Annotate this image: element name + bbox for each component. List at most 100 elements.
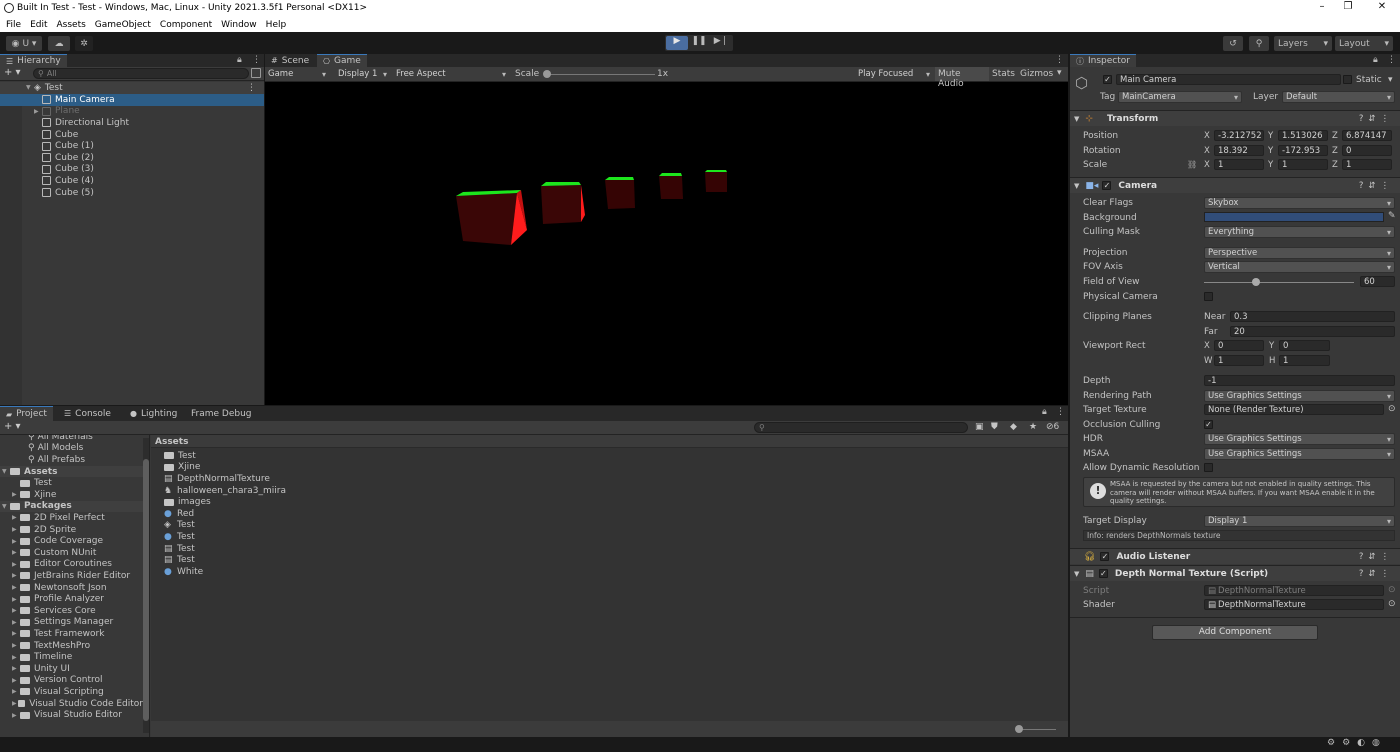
target-texture-field[interactable]: None (Render Texture) <box>1204 404 1384 415</box>
favorite-search-item[interactable]: ⚲ All Prefabs <box>0 454 143 466</box>
axis-x-label[interactable]: X <box>1204 160 1210 170</box>
lock-icon[interactable]: 🔒︎ <box>1042 407 1047 417</box>
scale-z-field[interactable]: 1 <box>1342 159 1392 170</box>
expand-icon[interactable]: ▶ <box>12 538 20 545</box>
object-name-field[interactable]: Main Camera <box>1116 74 1341 85</box>
menu-assets[interactable]: Assets <box>57 20 86 30</box>
tree-scrollbar-thumb[interactable] <box>143 459 149 721</box>
asset-item[interactable]: ● White <box>164 566 464 578</box>
asset-item[interactable]: ▤ Test <box>164 543 464 555</box>
static-checkbox[interactable] <box>1343 75 1352 84</box>
tab-console[interactable]: ☰ Console <box>58 406 117 421</box>
fov-field[interactable]: 60 <box>1360 276 1395 287</box>
far-field[interactable]: 20 <box>1230 326 1395 337</box>
hidden-packages-toggle[interactable]: ⊘6 <box>1046 422 1059 432</box>
axis-y-label[interactable]: Y <box>1268 131 1273 141</box>
physical-camera-checkbox[interactable] <box>1204 292 1213 301</box>
occlusion-culling-checkbox[interactable]: ✓ <box>1204 420 1213 429</box>
depth-field[interactable]: -1 <box>1204 375 1395 386</box>
stats-toggle[interactable]: Stats <box>992 69 1015 79</box>
gizmos-toggle[interactable]: Gizmos <box>1020 69 1053 79</box>
scale-y-field[interactable]: 1 <box>1278 159 1328 170</box>
menu-window[interactable]: Window <box>221 20 257 30</box>
projection-dropdown[interactable]: Perspective <box>1204 247 1395 259</box>
fov-slider-handle[interactable] <box>1252 278 1260 286</box>
package-folder-item[interactable]: ▶ Timeline <box>0 651 143 663</box>
asset-item[interactable]: ● Red <box>164 508 464 520</box>
hierarchy-item[interactable]: Cube <box>0 129 264 141</box>
object-picker-icon[interactable]: ⊙ <box>1388 404 1396 414</box>
viewport-x-field[interactable]: 0 <box>1214 340 1264 351</box>
aspect-dropdown[interactable]: Free Aspect <box>393 68 509 80</box>
axis-y-label[interactable]: Y <box>1268 160 1273 170</box>
hierarchy-item[interactable]: Cube (5) <box>0 187 264 199</box>
asset-item[interactable]: ▤ DepthNormalTexture <box>164 473 464 485</box>
layout-dropdown[interactable]: Layout ▾ <box>1335 36 1393 51</box>
expand-icon[interactable]: ▶ <box>12 526 20 533</box>
axis-z-label[interactable]: Z <box>1332 131 1338 141</box>
camera-header[interactable]: ▼ ■◂ ✓ Camera ?⇵⋮ <box>1070 177 1400 193</box>
package-folder-item[interactable]: ▶ Profile Analyzer <box>0 593 143 605</box>
asset-item[interactable]: images <box>164 496 464 508</box>
minimize-button[interactable]: – <box>1312 1 1332 15</box>
package-folder-item[interactable]: ▶ Services Core <box>0 605 143 617</box>
expand-icon[interactable]: ▶ <box>12 596 20 603</box>
scene-menu-icon[interactable]: ⋮ <box>247 83 256 93</box>
rendering-path-dropdown[interactable]: Use Graphics Settings <box>1204 390 1395 402</box>
status-icons[interactable]: ⚙⚙◐◍ <box>1327 738 1387 748</box>
expand-icon[interactable]: ▶ <box>12 688 20 695</box>
package-folder-item[interactable]: ▶ Version Control <box>0 675 143 687</box>
tab-hierarchy[interactable]: ☰ Hierarchy <box>0 54 67 67</box>
menu-gameobject[interactable]: GameObject <box>95 20 151 30</box>
expand-icon[interactable]: ▶ <box>12 642 20 649</box>
position-x-field[interactable]: -3.212752 <box>1214 130 1264 141</box>
expand-icon[interactable]: ▶ <box>12 677 20 684</box>
asset-item[interactable]: ♞ halloween_chara3_miira <box>164 485 464 497</box>
tab-scene[interactable]: # Scene <box>265 54 315 67</box>
collab-icon[interactable]: ✲ <box>75 36 93 51</box>
package-folder-item[interactable]: ▶ 2D Pixel Perfect <box>0 512 143 524</box>
layer-dropdown[interactable]: Default <box>1282 91 1395 103</box>
tag-icon[interactable]: ◆ <box>1010 422 1017 432</box>
icon-size-slider-handle[interactable] <box>1015 725 1023 733</box>
background-color-field[interactable] <box>1204 212 1384 222</box>
object-picker-icon[interactable]: ⊙ <box>1388 599 1396 609</box>
asset-folder-item[interactable]: ▶ Xjine <box>0 489 143 501</box>
play-button[interactable]: ▶ <box>666 36 688 50</box>
tab-inspector[interactable]: ⓘ Inspector <box>1070 54 1136 67</box>
chevron-down-icon[interactable]: ▾ <box>1057 68 1062 78</box>
scale-slider[interactable] <box>545 74 655 75</box>
expand-icon[interactable]: ▼ <box>2 503 10 510</box>
chevron-down-icon[interactable]: ▾ <box>1388 75 1393 85</box>
menu-edit[interactable]: Edit <box>30 20 47 30</box>
component-help-settings-icons[interactable]: ?⇵⋮ <box>1359 569 1394 579</box>
shader-field[interactable]: ▤ DepthNormalTexture <box>1204 599 1384 610</box>
component-help-settings-icons[interactable]: ?⇵⋮ <box>1359 114 1394 124</box>
lock-icon[interactable]: 🔒︎ <box>237 55 242 65</box>
script-enabled-checkbox[interactable]: ✓ <box>1098 569 1108 578</box>
lock-icon[interactable]: 🔒︎ <box>1373 55 1378 65</box>
asset-folder-item[interactable]: Test <box>0 477 143 489</box>
tab-lighting[interactable]: ● Lighting <box>124 406 183 421</box>
component-help-settings-icons[interactable]: ?⇵⋮ <box>1359 181 1394 191</box>
maximize-button[interactable]: ❐ <box>1338 1 1358 15</box>
asset-item[interactable]: ● Test <box>164 531 464 543</box>
expand-icon[interactable]: ▶ <box>12 514 20 521</box>
rotation-z-field[interactable]: 0 <box>1342 145 1392 156</box>
asset-item[interactable]: Test <box>164 450 464 462</box>
expand-icon[interactable]: ▶ <box>12 700 18 707</box>
fov-slider[interactable] <box>1204 282 1354 283</box>
expand-icon[interactable]: ▶ <box>12 619 20 626</box>
favorite-star-icon[interactable]: ★ <box>1029 422 1037 432</box>
package-folder-item[interactable]: ▶ Editor Coroutines <box>0 559 143 571</box>
viewport-h-field[interactable]: 1 <box>1279 355 1330 366</box>
rotation-y-field[interactable]: -172.953 <box>1278 145 1328 156</box>
more-menu-icon[interactable]: ⋮ <box>1387 55 1396 65</box>
tab-project[interactable]: ▰ Project <box>0 406 53 421</box>
package-folder-item[interactable]: ▶ TextMeshPro <box>0 640 143 652</box>
asset-item[interactable]: ▤ Test <box>164 554 464 566</box>
depth-script-header[interactable]: ▼ ▤ ✓ Depth Normal Texture (Script) ?⇵⋮ <box>1070 565 1400 581</box>
asset-item[interactable]: ◈ Test <box>164 520 464 532</box>
expand-icon[interactable]: ▶ <box>12 561 20 568</box>
audio-listener-header[interactable]: 🎧︎ ✓ Audio Listener ?⇵⋮ <box>1070 548 1400 564</box>
